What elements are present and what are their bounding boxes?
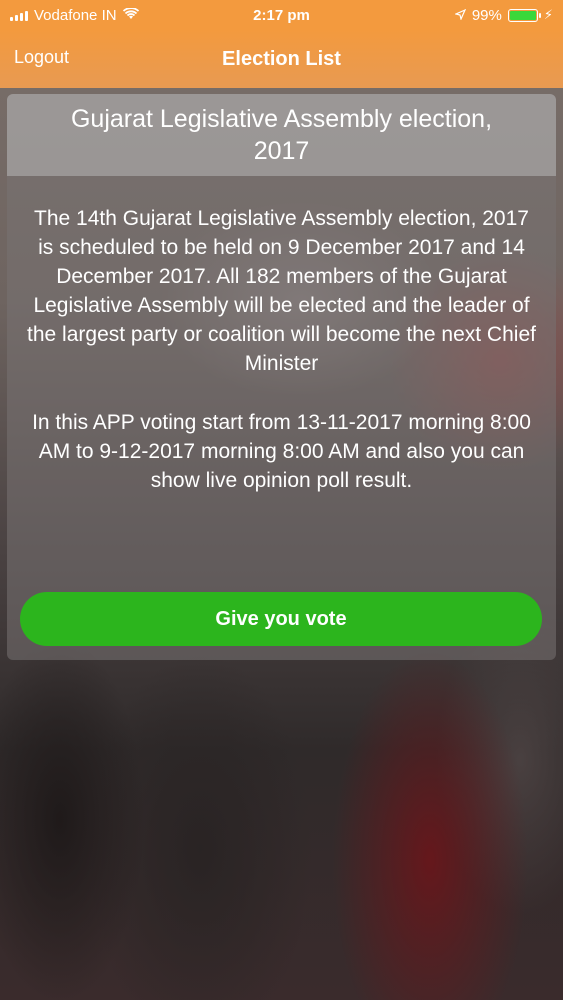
voting-info: In this APP voting start from 13-11-2017… xyxy=(32,411,531,492)
carrier-label: Vodafone IN xyxy=(34,6,117,24)
status-bar-left: Vodafone IN xyxy=(10,7,139,24)
battery-percent: 99% xyxy=(471,6,502,24)
status-bar-right: 99% ⚡ xyxy=(453,6,553,24)
charging-bolt-icon: ⚡ xyxy=(543,7,553,22)
election-card-body: The 14th Gujarat Legislative Assembly el… xyxy=(7,176,556,495)
election-title: Gujarat Legislative Assembly election, 2… xyxy=(70,105,493,165)
navigation-bar: Logout Election List xyxy=(0,30,563,88)
give-vote-button[interactable]: Give you vote xyxy=(20,592,542,646)
election-card: Gujarat Legislative Assembly election, 2… xyxy=(7,94,556,660)
election-description: The 14th Gujarat Legislative Assembly el… xyxy=(27,207,536,375)
status-bar: Vodafone IN 2:17 pm 99% ⚡ xyxy=(0,0,563,30)
logout-button[interactable]: Logout xyxy=(14,47,69,68)
signal-strength-icon xyxy=(10,9,28,21)
election-card-header: Gujarat Legislative Assembly election, 2… xyxy=(7,94,556,176)
location-arrow-icon xyxy=(453,7,467,24)
wifi-icon xyxy=(122,7,139,23)
battery-icon xyxy=(507,8,541,22)
battery-level-fill xyxy=(509,10,536,20)
page-title: Election List xyxy=(222,47,341,70)
